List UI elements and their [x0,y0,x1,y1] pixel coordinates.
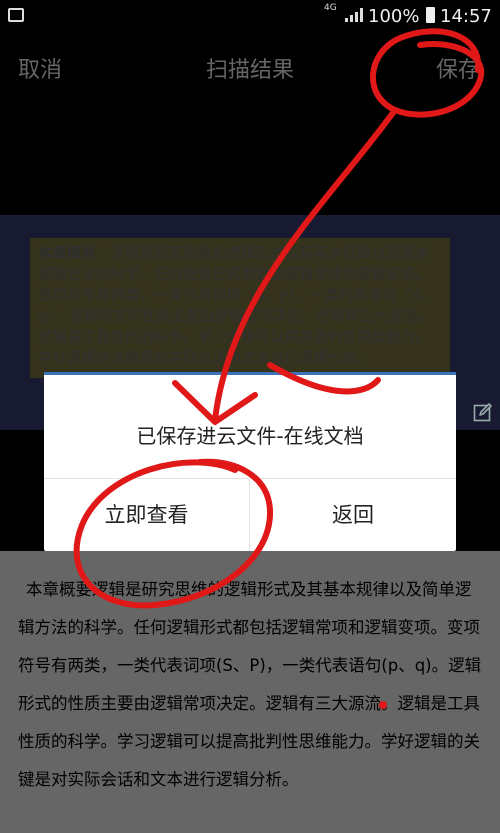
top-bar: 取消 扫描结果 保存 [0,36,500,96]
back-button[interactable]: 返回 [250,479,456,551]
dialog-message: 已保存进云文件-在线文档 [136,424,364,448]
save-success-dialog: 已保存进云文件-在线文档 立即查看 返回 [44,372,456,551]
edit-icon[interactable] [473,402,493,422]
page-title: 扫描结果 [205,58,294,83]
recognized-text: 本章概要逻辑是研究思维的逻辑形式及其基本规律以及简单逻辑方法的科学。任何逻辑形式… [18,580,482,789]
scan-separator: ： [96,246,111,262]
network-type: 4G [324,3,337,13]
gallery-icon [8,8,24,22]
recognized-text-panel[interactable]: 本章概要逻辑是研究思维的逻辑形式及其基本规律以及简单逻辑方法的科学。任何逻辑形式… [0,551,500,833]
battery-percent: 100% [368,6,420,27]
save-button[interactable]: 保存 [436,52,480,84]
battery-icon [426,7,435,23]
status-bar: 4G 100% 14:57 [0,0,500,36]
clock: 14:57 [440,6,492,27]
signal-icon [345,8,363,22]
dialog-accent-bar [44,372,456,375]
scanned-document-image: 本章概要：逻辑是研究思维的逻辑形式及其基本规律以及简单逻辑方法的科学。任何逻辑形… [30,238,450,378]
scan-body: 逻辑是研究思维的逻辑形式及其基本规律以及简单逻辑方法的科学。任何逻辑形式都包括逻… [38,246,435,367]
view-now-button[interactable]: 立即查看 [44,479,249,551]
scan-heading: 本章概要 [38,246,96,262]
